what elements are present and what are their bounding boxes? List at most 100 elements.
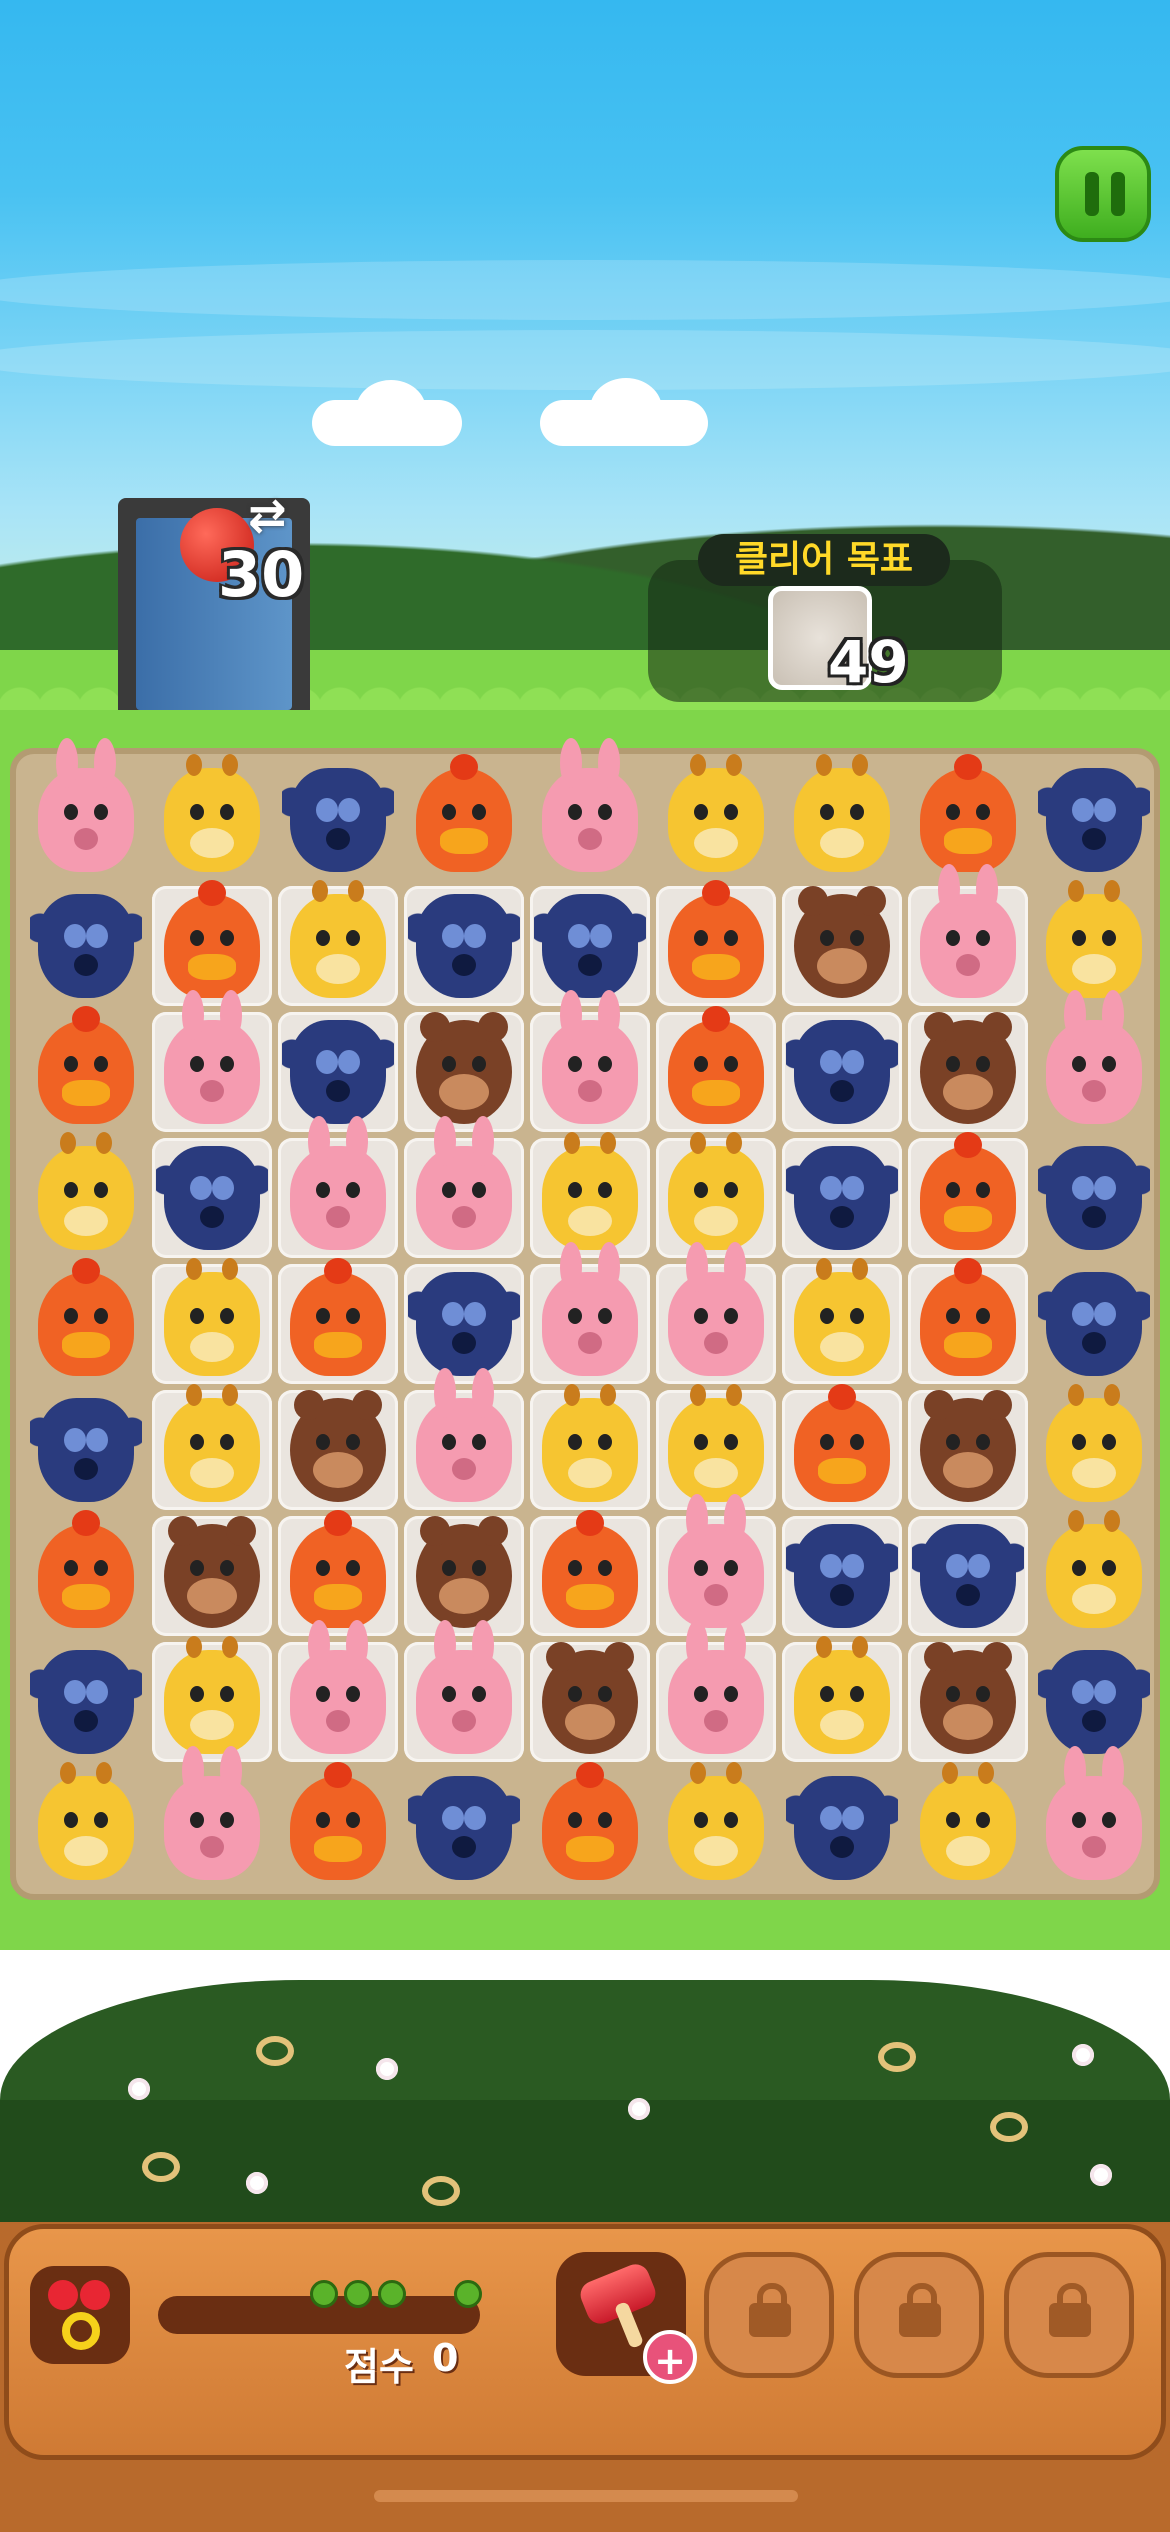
board-cell[interactable] <box>908 864 1028 1006</box>
board-cell[interactable] <box>404 1368 524 1510</box>
board-cell[interactable] <box>26 1006 146 1132</box>
board-cell[interactable] <box>152 754 272 880</box>
board-cell[interactable] <box>782 1138 902 1258</box>
board-cell[interactable] <box>404 1012 524 1132</box>
board-cell[interactable] <box>908 1012 1028 1132</box>
board-cell[interactable] <box>1034 1746 1154 1888</box>
snout <box>440 828 488 854</box>
board-cell[interactable] <box>152 990 272 1132</box>
eye <box>946 1434 960 1450</box>
board-cell[interactable] <box>1034 1264 1154 1384</box>
board-cell[interactable] <box>404 1516 524 1636</box>
eye <box>316 1686 330 1702</box>
add-booster-button[interactable]: + <box>643 2330 697 2384</box>
board-cell[interactable] <box>278 880 398 1006</box>
board-cell[interactable] <box>404 754 524 880</box>
board-cell[interactable] <box>404 886 524 1006</box>
board-cell[interactable] <box>1034 760 1154 880</box>
board-cell[interactable] <box>26 1390 146 1510</box>
board-cell[interactable] <box>152 1636 272 1762</box>
board-cell[interactable] <box>908 1642 1028 1762</box>
board-cell[interactable] <box>530 1510 650 1636</box>
wolf-block <box>408 894 520 998</box>
board-cell[interactable] <box>278 1012 398 1132</box>
board-cell[interactable] <box>908 1516 1028 1636</box>
board-cell[interactable] <box>26 1258 146 1384</box>
board-cell[interactable] <box>782 1384 902 1510</box>
board-cell[interactable] <box>656 1132 776 1258</box>
board-cell[interactable] <box>656 1384 776 1510</box>
board-cell[interactable] <box>26 886 146 1006</box>
locked-booster-slot-3[interactable] <box>1004 2252 1134 2378</box>
board-cell[interactable] <box>278 1762 398 1888</box>
board-cell[interactable] <box>530 886 650 1006</box>
board-cell[interactable] <box>404 1116 524 1258</box>
board-cell[interactable] <box>908 1762 1028 1888</box>
board-cell[interactable] <box>656 754 776 880</box>
board-cell[interactable] <box>1034 990 1154 1132</box>
board-cell[interactable] <box>152 1138 272 1258</box>
board-cell[interactable] <box>1034 1510 1154 1636</box>
board-cell[interactable] <box>656 1620 776 1762</box>
board-cell[interactable] <box>656 1494 776 1636</box>
board-cell[interactable] <box>782 1012 902 1132</box>
board-cell[interactable] <box>152 1746 272 1888</box>
snout <box>830 1584 854 1606</box>
board-cell[interactable] <box>908 754 1028 880</box>
board-cell[interactable] <box>278 1390 398 1510</box>
board-cell[interactable] <box>530 1762 650 1888</box>
board-cell[interactable] <box>278 1510 398 1636</box>
board-cell[interactable] <box>278 1258 398 1384</box>
board-cell[interactable] <box>152 880 272 1006</box>
board-cell[interactable] <box>908 1390 1028 1510</box>
board-cell[interactable] <box>152 1258 272 1384</box>
board-cell[interactable] <box>26 1762 146 1888</box>
eye <box>316 1050 338 1074</box>
board-cell[interactable] <box>782 1768 902 1888</box>
board-cell[interactable] <box>656 1006 776 1132</box>
board-cell[interactable] <box>656 880 776 1006</box>
pause-button[interactable] <box>1055 146 1151 242</box>
board-cell[interactable] <box>530 1132 650 1258</box>
board-cell[interactable] <box>404 1620 524 1762</box>
board-cell[interactable] <box>530 990 650 1132</box>
board-cell[interactable] <box>26 738 146 880</box>
board-cell[interactable] <box>656 1762 776 1888</box>
board-cell[interactable] <box>782 886 902 1006</box>
eye <box>850 930 864 946</box>
board-cell[interactable] <box>530 738 650 880</box>
board-cell[interactable] <box>908 1132 1028 1258</box>
locked-booster-slot-2[interactable] <box>854 2252 984 2378</box>
board-cell[interactable] <box>782 754 902 880</box>
board-cell[interactable] <box>152 1516 272 1636</box>
board-cell[interactable] <box>530 1642 650 1762</box>
board-cell[interactable] <box>26 1132 146 1258</box>
moves-remaining: 30 <box>218 538 305 611</box>
board-cell[interactable] <box>26 1510 146 1636</box>
board-cell[interactable] <box>1034 1384 1154 1510</box>
board-cell[interactable] <box>1034 1138 1154 1258</box>
locked-booster-slot-1[interactable] <box>704 2252 834 2378</box>
board-cell[interactable] <box>26 1642 146 1762</box>
board-cell[interactable] <box>782 1258 902 1384</box>
board-cell[interactable] <box>530 1384 650 1510</box>
board-cell[interactable] <box>1034 880 1154 1006</box>
board-cell[interactable] <box>152 1384 272 1510</box>
board-cell[interactable] <box>656 1242 776 1384</box>
chicken-block <box>668 880 764 998</box>
board-cell[interactable] <box>908 1258 1028 1384</box>
board-cell[interactable] <box>1034 1642 1154 1762</box>
board-cell[interactable] <box>530 1242 650 1384</box>
board-cell[interactable] <box>278 760 398 880</box>
board-cell[interactable] <box>278 1620 398 1762</box>
giraffe-block <box>542 1384 638 1502</box>
flower <box>1072 2044 1094 2066</box>
board-cell[interactable] <box>404 1264 524 1384</box>
snout <box>326 1710 350 1732</box>
snout <box>943 1452 993 1488</box>
board-cell[interactable] <box>278 1116 398 1258</box>
board-cell[interactable] <box>404 1768 524 1888</box>
board-cell[interactable] <box>782 1516 902 1636</box>
board-cell[interactable] <box>782 1636 902 1762</box>
snout <box>818 1458 866 1484</box>
